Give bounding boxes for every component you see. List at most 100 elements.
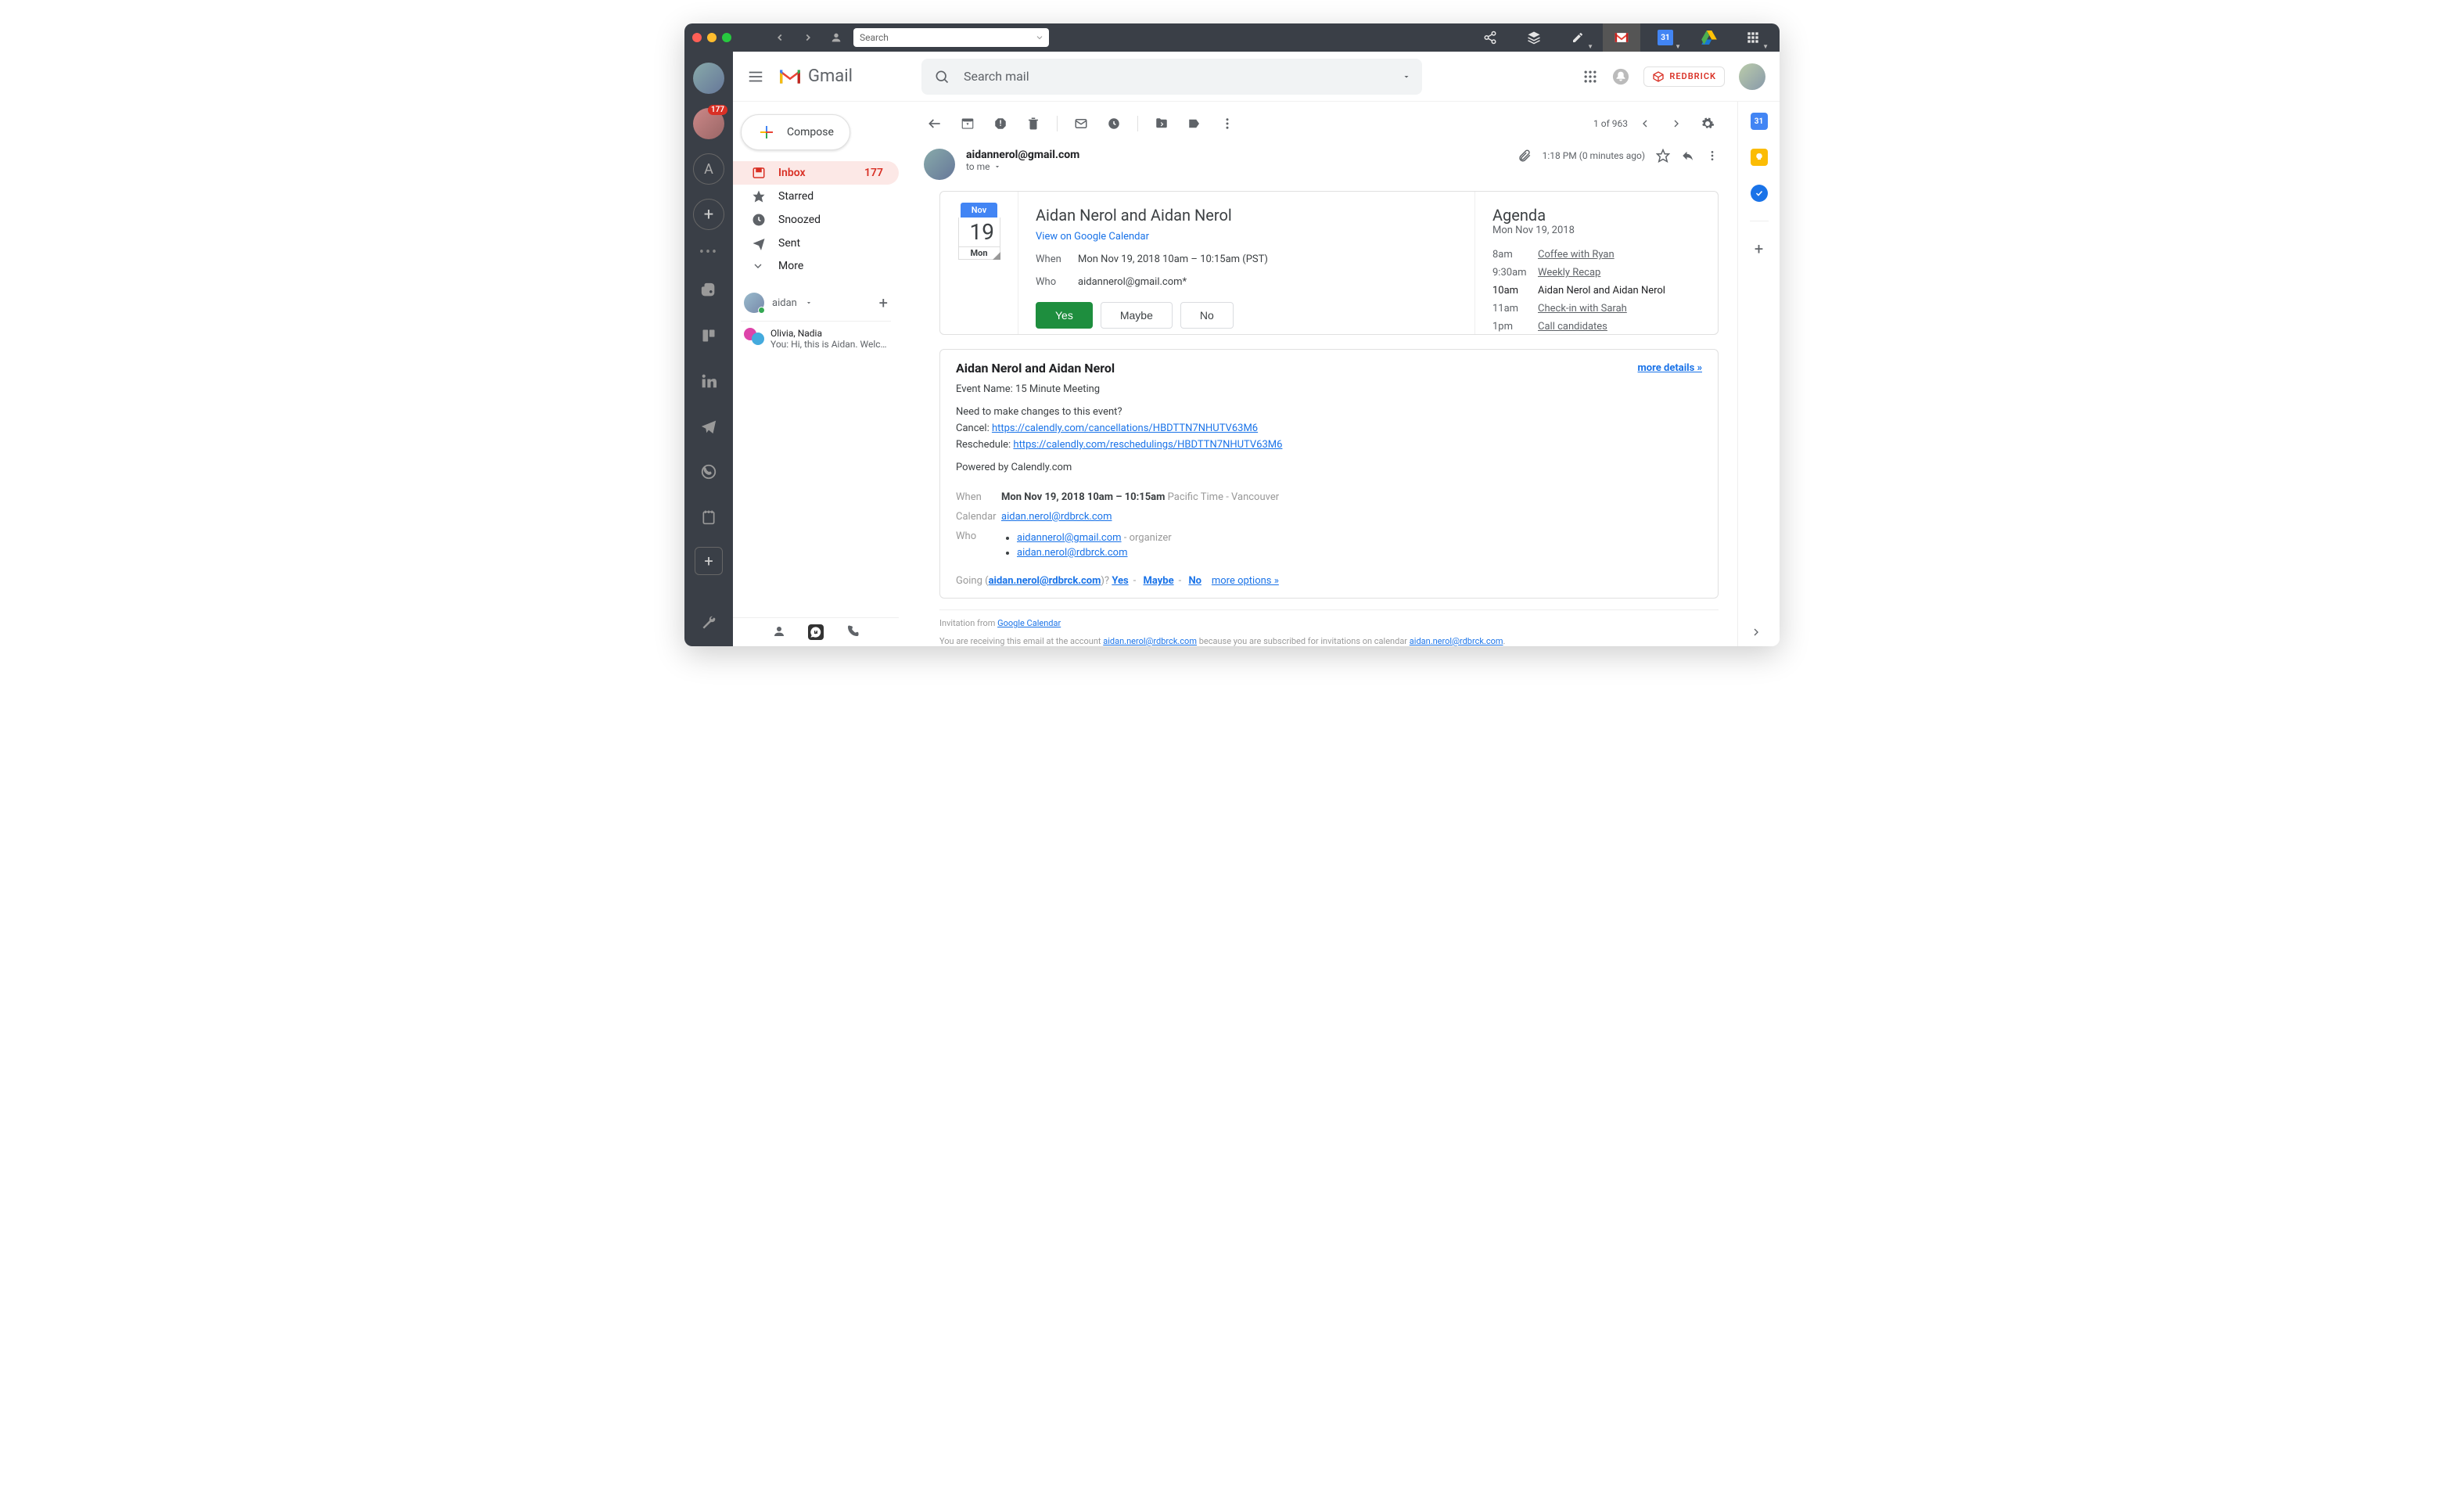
account-email-link[interactable]: aidan.nerol@rdbrck.com bbox=[1103, 636, 1197, 646]
message-more-button[interactable] bbox=[1706, 149, 1719, 162]
side-calendar-icon[interactable]: 31 bbox=[1751, 113, 1768, 130]
send-icon bbox=[752, 236, 766, 250]
new-chat-button[interactable]: + bbox=[879, 293, 888, 312]
archive-button[interactable] bbox=[954, 110, 982, 138]
going-more-options-link[interactable]: more options » bbox=[1212, 575, 1279, 587]
compose-button[interactable]: Compose bbox=[741, 114, 850, 150]
org-badge[interactable]: REDBRICK bbox=[1643, 67, 1725, 87]
sender-avatar[interactable] bbox=[924, 149, 955, 180]
forward-button[interactable] bbox=[797, 27, 819, 49]
snooze-button[interactable] bbox=[1100, 110, 1128, 138]
account-avatar-3[interactable]: A bbox=[693, 153, 724, 185]
folder-snoozed[interactable]: Snoozed bbox=[733, 208, 899, 232]
back-button[interactable] bbox=[769, 27, 791, 49]
gmail-app-icon[interactable] bbox=[1603, 23, 1640, 52]
star-message-button[interactable] bbox=[1656, 149, 1670, 163]
chat-thread[interactable]: Olivia, Nadia You: Hi, this is Aidan. We… bbox=[741, 325, 891, 353]
agenda-item-current[interactable]: 10amAidan Nerol and Aidan Nerol bbox=[1492, 282, 1701, 300]
search-options-icon[interactable] bbox=[1402, 72, 1411, 81]
gmail-logo[interactable]: Gmail bbox=[778, 67, 853, 86]
more-details-link[interactable]: more details » bbox=[1638, 362, 1702, 374]
more-dots-icon[interactable]: ••• bbox=[699, 244, 718, 261]
going-maybe-link[interactable]: Maybe bbox=[1143, 575, 1173, 587]
back-to-inbox-button[interactable] bbox=[921, 110, 949, 138]
attendee-link[interactable]: aidannerol@gmail.com bbox=[1017, 532, 1122, 544]
mail-toolbar: ! 1 of 963 bbox=[905, 102, 1737, 146]
attendee-link[interactable]: aidan.nerol@rdbrck.com bbox=[1017, 547, 1127, 559]
search-dropdown-icon[interactable] bbox=[1035, 33, 1044, 42]
move-to-button[interactable] bbox=[1148, 110, 1176, 138]
side-keep-icon[interactable] bbox=[1751, 149, 1768, 166]
spam-button[interactable]: ! bbox=[986, 110, 1015, 138]
whatsapp-icon[interactable] bbox=[693, 456, 724, 487]
cancel-link[interactable]: https://calendly.com/cancellations/HBDTT… bbox=[992, 422, 1258, 434]
account-avatar-2[interactable]: 177 bbox=[693, 108, 724, 139]
profile-icon[interactable] bbox=[825, 27, 847, 49]
more-actions-button[interactable] bbox=[1213, 110, 1241, 138]
going-email-link[interactable]: aidan.nerol@rdbrck.com bbox=[989, 575, 1101, 587]
agenda-item[interactable]: 11amCheck-in with Sarah bbox=[1492, 300, 1701, 318]
gmail-sidebar: Compose Inbox 177 Starred Snoozed Sent bbox=[733, 102, 905, 646]
calendar-email-link[interactable]: aidan.nerol@rdbrck.com bbox=[1001, 511, 1112, 523]
folder-label: Sent bbox=[778, 237, 800, 250]
linkedin-icon[interactable] bbox=[693, 365, 724, 397]
agenda-item[interactable]: 9:30amWeekly Recap bbox=[1492, 264, 1701, 282]
maximize-button[interactable] bbox=[722, 33, 731, 42]
going-yes-link[interactable]: Yes bbox=[1112, 575, 1128, 587]
view-calendar-link[interactable]: View on Google Calendar bbox=[1036, 231, 1149, 243]
add-account-button[interactable]: + bbox=[693, 199, 724, 230]
label-button[interactable] bbox=[1180, 110, 1209, 138]
calendar-email-link[interactable]: aidan.nerol@rdbrck.com bbox=[1410, 636, 1503, 646]
folder-sent[interactable]: Sent bbox=[733, 232, 899, 255]
prev-message-button[interactable] bbox=[1631, 110, 1659, 138]
telegram-icon[interactable] bbox=[693, 411, 724, 442]
apps-launcher-icon[interactable] bbox=[1582, 69, 1598, 84]
agenda-item[interactable]: 8amCoffee with Ryan bbox=[1492, 246, 1701, 264]
going-row: Going (aidan.nerol@rdbrck.com)? Yes- May… bbox=[956, 575, 1702, 587]
rsvp-maybe-button[interactable]: Maybe bbox=[1101, 302, 1173, 329]
share-icon[interactable] bbox=[1471, 23, 1509, 52]
user-avatar[interactable] bbox=[1739, 63, 1765, 90]
evernote-icon[interactable] bbox=[693, 275, 724, 306]
agenda-item[interactable]: 1pmCall candidates bbox=[1492, 318, 1701, 335]
drive-app-icon[interactable] bbox=[1690, 23, 1728, 52]
side-add-icon[interactable]: + bbox=[1751, 240, 1768, 257]
notepad-icon[interactable] bbox=[693, 502, 724, 533]
reply-button[interactable] bbox=[1681, 149, 1695, 163]
next-message-button[interactable] bbox=[1662, 110, 1690, 138]
folder-more[interactable]: More bbox=[733, 255, 899, 277]
edit-icon[interactable]: ▼ bbox=[1559, 23, 1597, 52]
delete-button[interactable] bbox=[1019, 110, 1047, 138]
layers-icon[interactable] bbox=[1515, 23, 1553, 52]
hangouts-icon[interactable] bbox=[808, 624, 824, 640]
settings-wrench-icon[interactable] bbox=[693, 607, 724, 638]
gmail-search[interactable]: Search mail bbox=[921, 59, 1422, 95]
going-no-link[interactable]: No bbox=[1188, 575, 1201, 587]
hangouts-user[interactable]: aidan + bbox=[741, 288, 891, 318]
global-search[interactable]: Search bbox=[853, 28, 1049, 47]
side-tasks-icon[interactable] bbox=[1751, 185, 1768, 202]
settings-gear-icon[interactable] bbox=[1694, 110, 1722, 138]
mark-unread-button[interactable] bbox=[1067, 110, 1095, 138]
google-calendar-link[interactable]: Google Calendar bbox=[997, 618, 1061, 628]
contacts-icon[interactable] bbox=[772, 624, 786, 640]
trello-icon[interactable] bbox=[693, 320, 724, 351]
add-app-button[interactable]: + bbox=[695, 547, 723, 575]
reschedule-link[interactable]: https://calendly.com/reschedulings/HBDTT… bbox=[1013, 439, 1282, 451]
account-avatar-1[interactable] bbox=[693, 63, 724, 94]
recipient-line[interactable]: to me bbox=[966, 161, 1507, 172]
close-button[interactable] bbox=[692, 33, 702, 42]
menu-icon[interactable] bbox=[747, 68, 764, 85]
rsvp-no-button[interactable]: No bbox=[1180, 302, 1234, 329]
folder-inbox[interactable]: Inbox 177 bbox=[733, 161, 899, 185]
rsvp-yes-button[interactable]: Yes bbox=[1036, 302, 1093, 329]
apps-grid-icon[interactable]: ▼ bbox=[1734, 23, 1772, 52]
calendar-app-icon[interactable]: 31 ▼ bbox=[1647, 23, 1684, 52]
attachment-icon[interactable] bbox=[1518, 149, 1532, 163]
minimize-button[interactable] bbox=[707, 33, 717, 42]
folder-label: Inbox bbox=[778, 167, 806, 179]
notifications-icon[interactable] bbox=[1612, 68, 1629, 85]
folder-starred[interactable]: Starred bbox=[733, 185, 899, 208]
phone-icon[interactable] bbox=[846, 624, 860, 640]
collapse-panel-button[interactable] bbox=[1750, 626, 1762, 638]
